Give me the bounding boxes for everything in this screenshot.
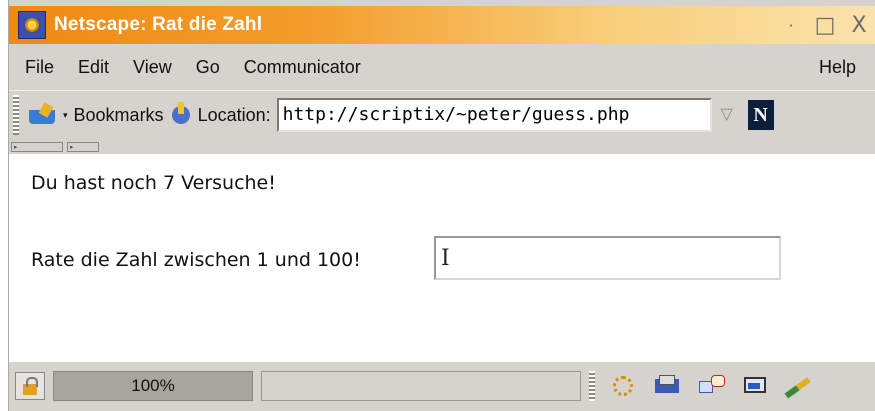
menu-bar: File Edit View Go Communicator Help bbox=[9, 48, 875, 86]
netscape-app-icon[interactable] bbox=[18, 11, 46, 39]
collapse-tab-location[interactable]: ▸ bbox=[67, 142, 99, 152]
guess-input[interactable] bbox=[434, 236, 781, 280]
location-toolbar: ▾ Bookmarks Location: http://scriptix/~p… bbox=[9, 90, 875, 139]
menu-communicator[interactable]: Communicator bbox=[232, 57, 373, 78]
edit-icon[interactable] bbox=[785, 373, 815, 399]
window-controls: · □ X bbox=[774, 6, 875, 44]
composer-icon[interactable] bbox=[741, 373, 771, 399]
url-input[interactable]: http://scriptix/~peter/guess.php bbox=[276, 98, 712, 132]
menu-go[interactable]: Go bbox=[184, 57, 232, 78]
toolbar-grip[interactable] bbox=[13, 95, 19, 135]
menu-edit[interactable]: Edit bbox=[66, 57, 121, 78]
minimize-button[interactable]: · bbox=[774, 16, 808, 35]
toolbar-collapse-strip: ▸ ▸ bbox=[11, 142, 99, 152]
netscape-logo[interactable]: N bbox=[747, 100, 774, 130]
url-history-dropdown-icon[interactable]: ▽ bbox=[716, 99, 738, 131]
menu-file[interactable]: File bbox=[9, 57, 66, 78]
collapse-tab-navigation[interactable]: ▸ bbox=[11, 142, 63, 152]
status-message bbox=[261, 371, 581, 401]
bookmarks-icon[interactable] bbox=[29, 104, 59, 126]
bookmarks-dropdown-icon[interactable]: ▾ bbox=[63, 110, 68, 121]
remaining-tries-text: Du hast noch 7 Versuche! bbox=[31, 172, 276, 194]
browser-window: Netscape: Rat die Zahl · □ X File Edit V… bbox=[8, 0, 875, 411]
progress-indicator: 100% bbox=[53, 371, 253, 401]
location-icon[interactable] bbox=[170, 102, 192, 128]
page-content: Du hast noch 7 Versuche! Rate die Zahl z… bbox=[9, 154, 875, 362]
menu-view[interactable]: View bbox=[121, 57, 184, 78]
navigator-icon[interactable] bbox=[609, 373, 639, 399]
window-title: Netscape: Rat die Zahl bbox=[54, 14, 263, 35]
status-bar: 100% bbox=[9, 364, 875, 408]
location-label: Location: bbox=[197, 104, 271, 125]
bookmarks-button[interactable]: Bookmarks bbox=[74, 105, 164, 126]
chat-icon[interactable] bbox=[697, 373, 727, 399]
component-bar-grip[interactable] bbox=[589, 371, 595, 401]
title-bar[interactable]: Netscape: Rat die Zahl · □ X bbox=[9, 6, 875, 44]
mail-icon[interactable] bbox=[653, 373, 683, 399]
text-cursor-icon: I bbox=[441, 246, 450, 271]
lock-icon[interactable] bbox=[15, 372, 45, 400]
guess-label: Rate die Zahl zwischen 1 und 100! bbox=[31, 249, 361, 271]
maximize-button[interactable]: □ bbox=[808, 13, 842, 38]
close-button[interactable]: X bbox=[842, 13, 875, 38]
menu-help[interactable]: Help bbox=[807, 57, 868, 78]
